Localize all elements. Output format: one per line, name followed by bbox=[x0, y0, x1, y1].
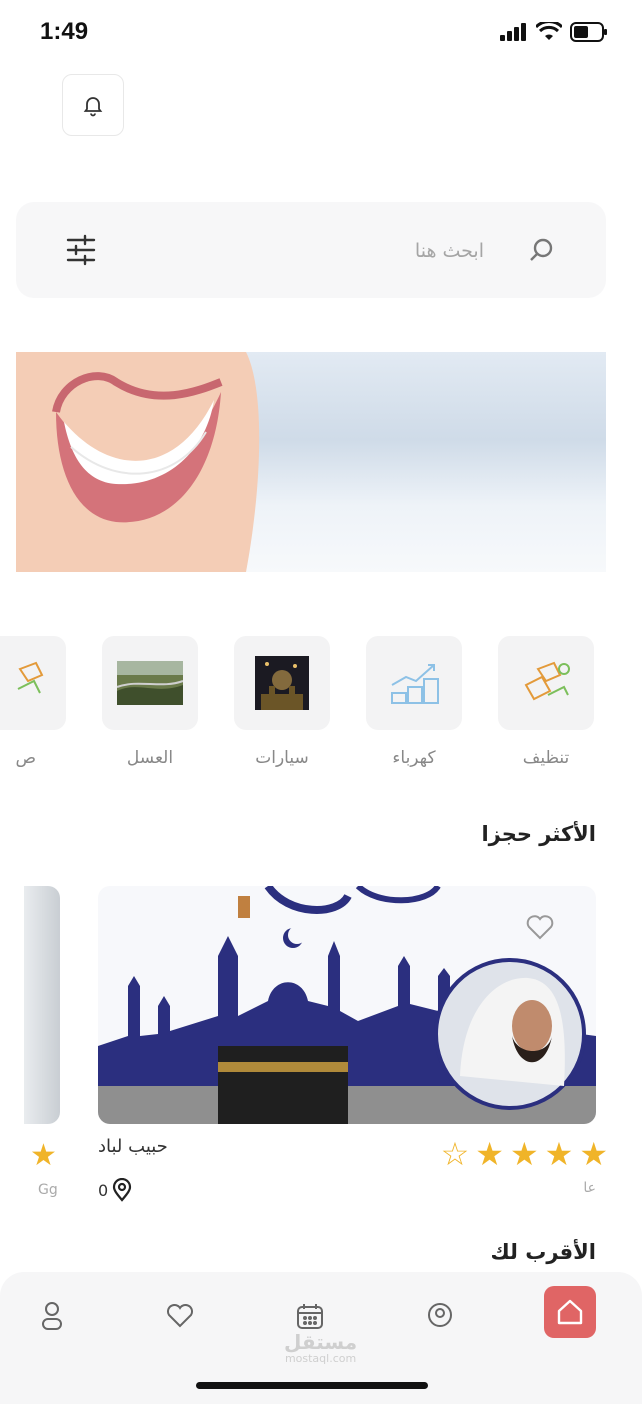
bell-icon bbox=[83, 97, 103, 117]
category-label: ص bbox=[15, 748, 36, 768]
search-icon[interactable] bbox=[528, 236, 556, 264]
search-input[interactable] bbox=[222, 232, 486, 270]
featured-card-image[interactable] bbox=[98, 886, 596, 1124]
cleaning-icon bbox=[524, 661, 570, 701]
category-item-partial[interactable]: ص bbox=[0, 636, 66, 768]
category-label: العسل bbox=[126, 748, 174, 768]
profile-icon bbox=[42, 1302, 62, 1330]
star-empty-icon: ☆ bbox=[440, 1135, 470, 1173]
tab-favorites[interactable] bbox=[160, 1296, 200, 1336]
tab-map[interactable] bbox=[420, 1296, 460, 1336]
home-indicator bbox=[196, 1382, 428, 1389]
peek-card-star: ★ bbox=[30, 1138, 57, 1173]
partial-category-icon bbox=[17, 661, 44, 694]
electricity-icon bbox=[391, 664, 439, 704]
battery-icon bbox=[570, 22, 607, 42]
status-time: 1:49 bbox=[40, 18, 89, 45]
category-label: تنظيف bbox=[522, 748, 570, 768]
watermark: مستقل mostaql.com bbox=[284, 1330, 357, 1365]
tab-profile[interactable] bbox=[32, 1296, 72, 1336]
distance: 0 bbox=[98, 1178, 132, 1202]
category-item-electricity[interactable]: كهرباء bbox=[366, 636, 462, 768]
tab-home[interactable] bbox=[544, 1286, 596, 1338]
provider-name: حبيب لباد bbox=[98, 1136, 168, 1157]
watermark-en: mostaql.com bbox=[284, 1352, 357, 1365]
smile-image bbox=[16, 352, 260, 572]
mosque-illustration bbox=[98, 886, 596, 1124]
search-bar bbox=[16, 202, 606, 298]
promo-banner[interactable] bbox=[16, 352, 606, 572]
honey-image bbox=[117, 661, 183, 705]
peek-card-category: Gg bbox=[38, 1182, 58, 1198]
star-full-icon: ★ bbox=[475, 1135, 504, 1173]
heart-icon bbox=[166, 1304, 194, 1328]
star-full-icon: ★ bbox=[509, 1135, 539, 1173]
star-full-icon: ★ bbox=[579, 1135, 608, 1173]
cars-image bbox=[255, 656, 309, 710]
favorite-heart-icon[interactable] bbox=[526, 914, 554, 940]
section-title-most-booked: الأكثر حجزا bbox=[481, 822, 596, 846]
rating-stars: ★ ★ ★ ★ ☆ bbox=[441, 1138, 608, 1170]
location-pin-icon bbox=[113, 1178, 132, 1202]
signal-icon bbox=[500, 23, 526, 41]
status-icons bbox=[500, 22, 608, 42]
category-label: سيارات bbox=[255, 748, 309, 768]
category-item-honey[interactable]: العسل bbox=[102, 636, 198, 768]
category-item-cars[interactable]: سيارات bbox=[234, 636, 330, 768]
peek-card-image[interactable] bbox=[24, 886, 60, 1124]
wifi-icon bbox=[536, 22, 562, 40]
card-category: عا bbox=[583, 1180, 596, 1196]
calendar-icon bbox=[297, 1304, 323, 1329]
section-title-nearest: الأقرب لك bbox=[490, 1240, 596, 1264]
notifications-button[interactable] bbox=[62, 74, 124, 136]
star-full-icon: ★ bbox=[544, 1135, 574, 1173]
location-icon bbox=[428, 1303, 452, 1327]
watermark-ar: مستقل bbox=[284, 1330, 358, 1354]
category-label: كهرباء bbox=[392, 748, 436, 768]
category-item-cleaning[interactable]: تنظيف bbox=[498, 636, 594, 768]
filter-icon[interactable] bbox=[66, 234, 96, 266]
home-icon bbox=[557, 1299, 583, 1325]
distance-value: 0 bbox=[98, 1180, 109, 1200]
